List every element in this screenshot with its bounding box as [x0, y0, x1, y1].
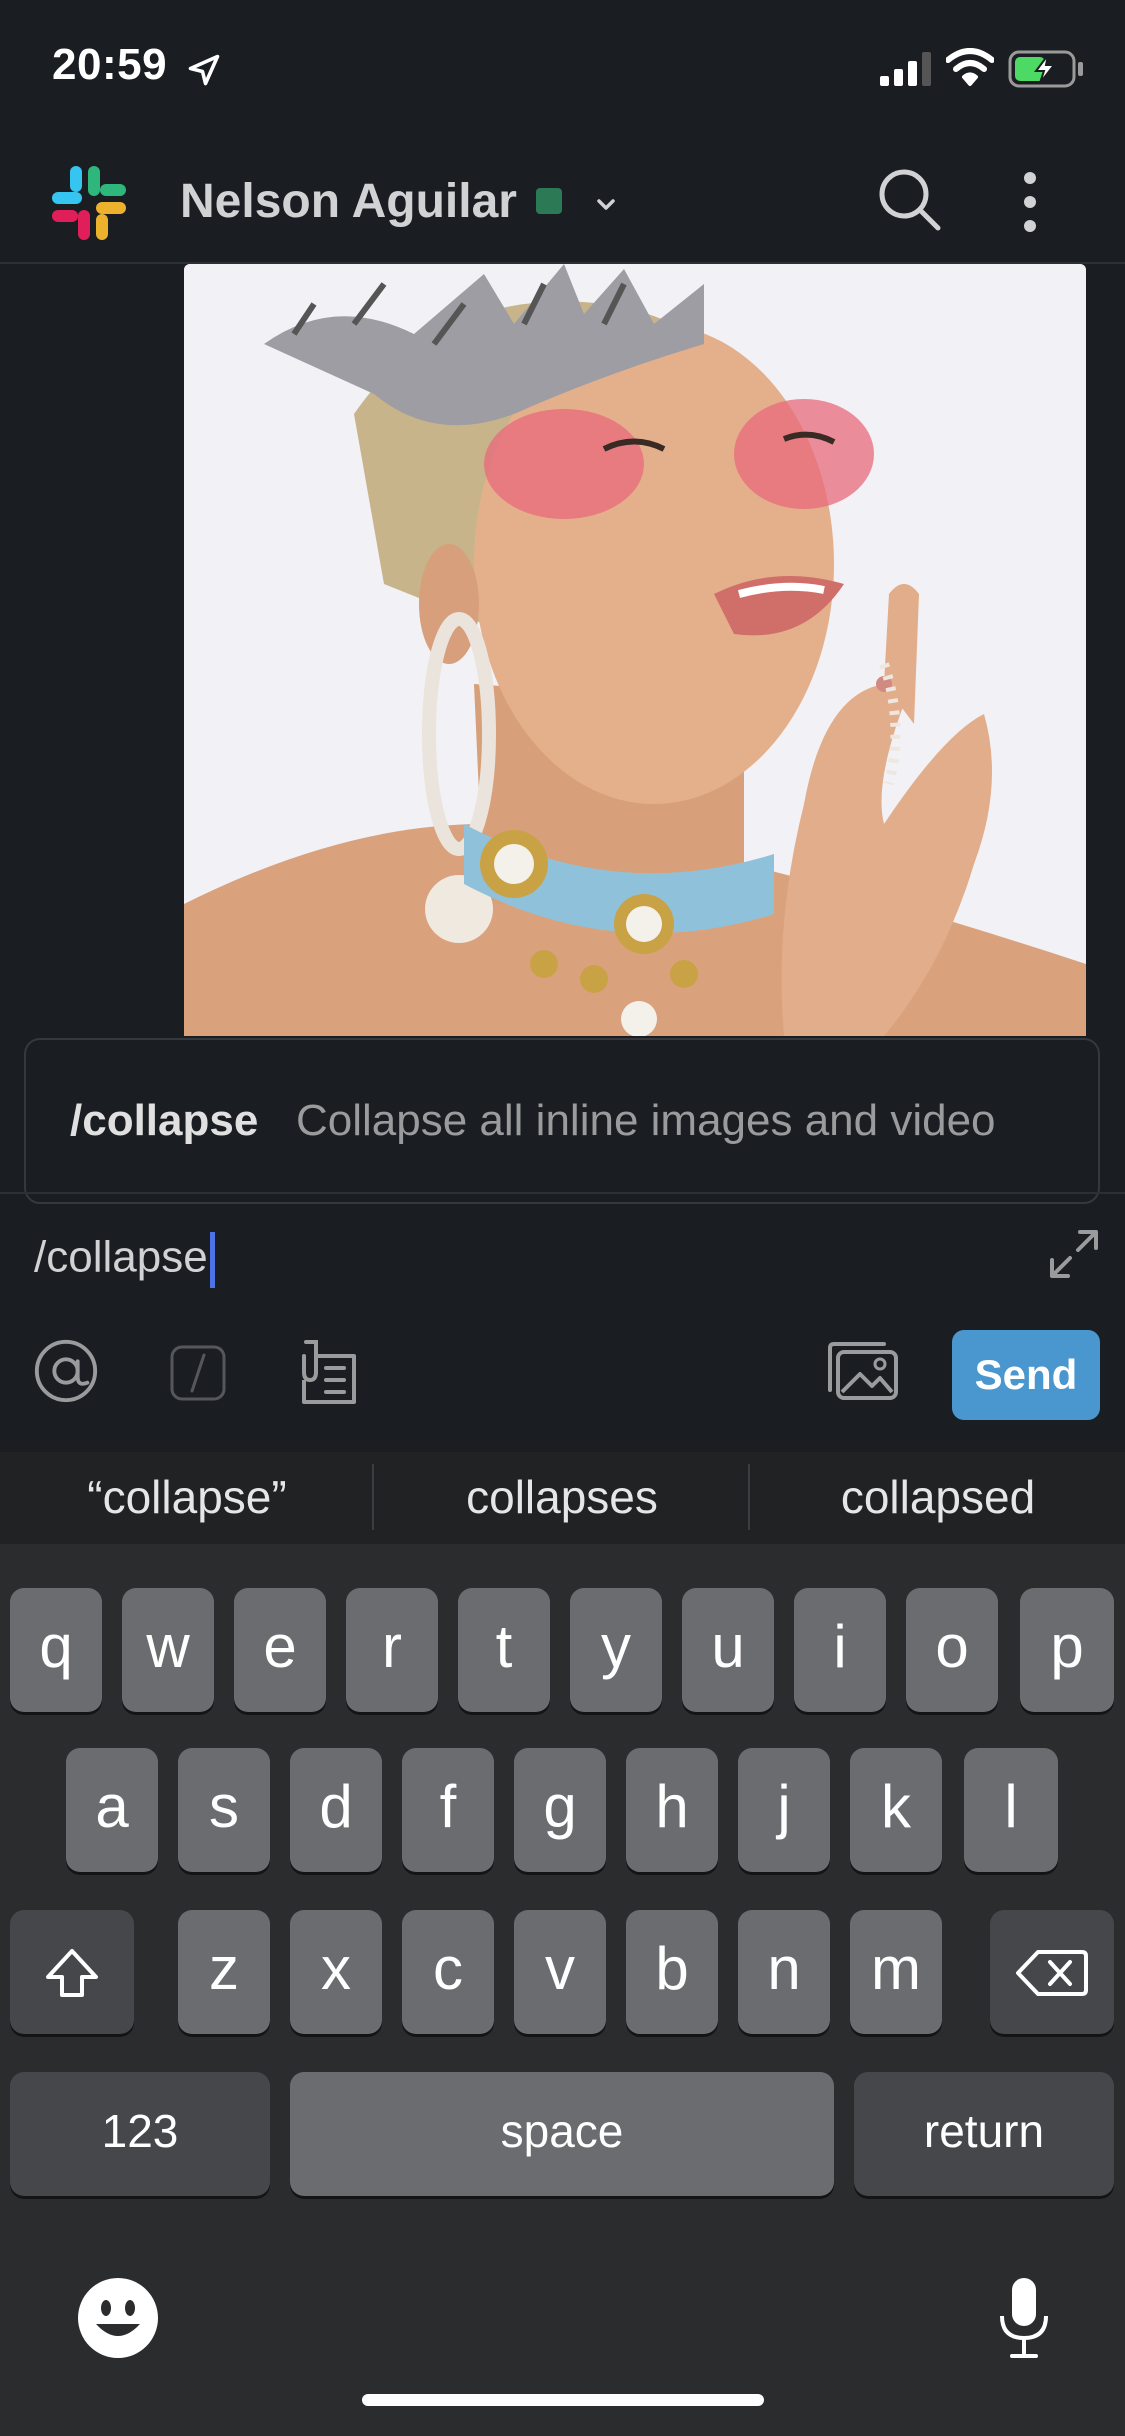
key-k[interactable]: k — [850, 1748, 942, 1872]
key-e[interactable]: e — [234, 1588, 326, 1712]
message-input-text: /collapse — [34, 1232, 208, 1282]
slash-command-suggestion[interactable]: /collapse Collapse all inline images and… — [24, 1038, 1100, 1204]
prediction-divider — [748, 1464, 750, 1530]
emoji-icon[interactable] — [76, 2276, 160, 2360]
battery-charging-icon — [1008, 50, 1083, 88]
key-b[interactable]: b — [626, 1910, 718, 2034]
numbers-key[interactable]: 123 — [10, 2072, 270, 2196]
conversation-title[interactable]: Nelson Aguilar — [180, 174, 517, 229]
key-c[interactable]: c — [402, 1910, 494, 2034]
message-composer: /collapse Send — [0, 1192, 1125, 1452]
key-o[interactable]: o — [906, 1588, 998, 1712]
status-bar: 20:59 — [0, 0, 1125, 140]
chevron-down-icon[interactable] — [592, 190, 620, 218]
more-vertical-icon[interactable] — [1010, 168, 1050, 236]
key-p[interactable]: p — [1020, 1588, 1114, 1712]
key-i[interactable]: i — [794, 1588, 886, 1712]
attachment-icon[interactable] — [296, 1336, 362, 1406]
backspace-key[interactable] — [990, 1910, 1114, 2034]
key-d[interactable]: d — [290, 1748, 382, 1872]
slack-logo-icon[interactable] — [48, 162, 130, 244]
key-j[interactable]: j — [738, 1748, 830, 1872]
prediction-divider — [372, 1464, 374, 1530]
key-f[interactable]: f — [402, 1748, 494, 1872]
suggestion-command: /collapse — [70, 1096, 259, 1145]
key-h[interactable]: h — [626, 1748, 718, 1872]
wifi-icon — [946, 48, 994, 86]
key-r[interactable]: r — [346, 1588, 438, 1712]
key-u[interactable]: u — [682, 1588, 774, 1712]
photo-gallery-icon[interactable] — [824, 1336, 900, 1406]
prediction-1[interactable]: “collapse” — [2, 1470, 372, 1524]
key-m[interactable]: m — [850, 1910, 942, 2034]
home-indicator[interactable] — [362, 2394, 764, 2406]
key-q[interactable]: q — [10, 1588, 102, 1712]
return-key[interactable]: return — [854, 2072, 1114, 2196]
cellular-signal-icon — [880, 52, 931, 86]
ios-keyboard: “collapse” collapses collapsed q w e r t… — [0, 1452, 1125, 2436]
key-s[interactable]: s — [178, 1748, 270, 1872]
key-z[interactable]: z — [178, 1910, 270, 2034]
key-a[interactable]: a — [66, 1748, 158, 1872]
key-n[interactable]: n — [738, 1910, 830, 2034]
presence-indicator — [536, 188, 562, 214]
shift-icon — [46, 1948, 98, 1997]
shift-key[interactable] — [10, 1910, 134, 2034]
slash-command-icon[interactable] — [168, 1336, 228, 1406]
prediction-2[interactable]: collapses — [377, 1470, 747, 1524]
key-v[interactable]: v — [514, 1910, 606, 2034]
portrait-photo — [184, 264, 1086, 1036]
message-image[interactable] — [184, 264, 1086, 1036]
status-time: 20:59 — [52, 40, 168, 89]
text-caret — [209, 1232, 215, 1288]
prediction-3[interactable]: collapsed — [753, 1470, 1123, 1524]
backspace-icon — [1016, 1949, 1088, 1996]
send-button[interactable]: Send — [952, 1330, 1100, 1420]
microphone-icon[interactable] — [996, 2276, 1052, 2360]
key-l[interactable]: l — [964, 1748, 1058, 1872]
message-input[interactable]: /collapse — [34, 1232, 215, 1288]
key-w[interactable]: w — [122, 1588, 214, 1712]
key-g[interactable]: g — [514, 1748, 606, 1872]
expand-icon[interactable] — [1044, 1224, 1104, 1284]
slack-mobile-screen: 20:59 Nelson Aguilar /collapse Collapse … — [0, 0, 1125, 2436]
channel-header: Nelson Aguilar — [0, 140, 1125, 264]
key-y[interactable]: y — [570, 1588, 662, 1712]
location-arrow-icon — [188, 54, 220, 86]
key-x[interactable]: x — [290, 1910, 382, 2034]
suggestion-description: Collapse all inline images and video — [296, 1096, 996, 1145]
search-icon[interactable] — [874, 164, 946, 236]
space-key[interactable]: space — [290, 2072, 834, 2196]
mention-icon[interactable] — [30, 1336, 102, 1406]
key-t[interactable]: t — [458, 1588, 550, 1712]
predictive-bar: “collapse” collapses collapsed — [0, 1452, 1125, 1544]
